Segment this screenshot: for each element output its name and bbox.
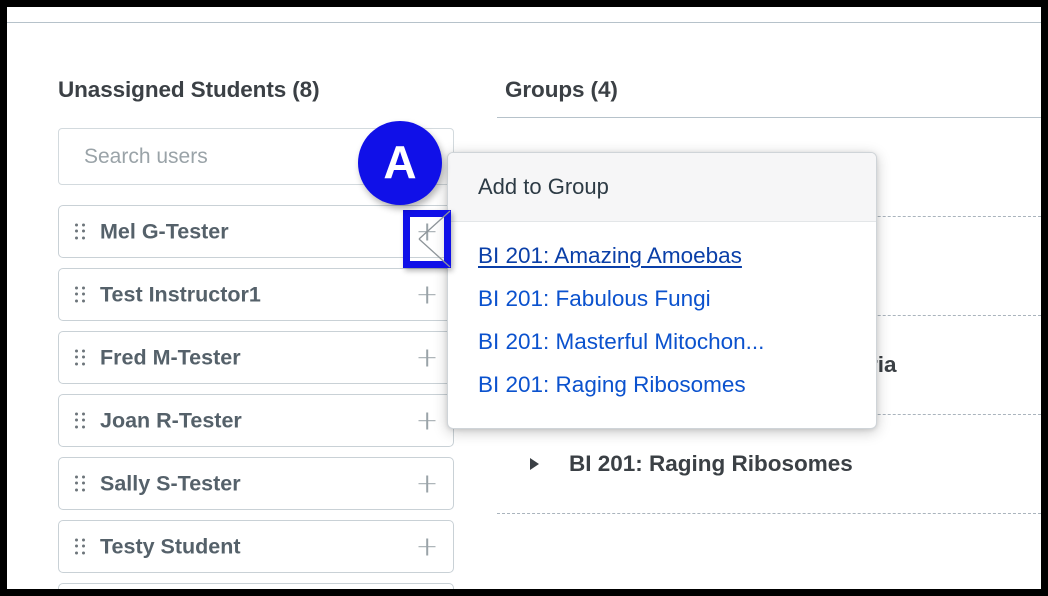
groups-heading: Groups (4) <box>505 77 618 102</box>
annotation-badge-a: A <box>358 121 442 205</box>
student-name: Sally S-Tester <box>100 471 241 495</box>
group-separator <box>497 513 1041 514</box>
drag-handle-icon[interactable] <box>75 412 86 429</box>
add-student-to-group-button[interactable] <box>401 584 453 589</box>
student-row[interactable] <box>58 583 454 589</box>
student-name: Fred M-Tester <box>100 345 241 369</box>
group-row[interactable]: BI 201: Raging Ribosomes <box>497 415 1041 513</box>
add-student-to-group-button[interactable] <box>401 332 453 383</box>
menu-item-amazing-amoebas[interactable]: BI 201: Amazing Amoebas <box>448 234 876 277</box>
drag-handle-icon[interactable] <box>75 538 86 555</box>
add-to-group-menu-items: BI 201: Amazing Amoebas BI 201: Fabulous… <box>448 222 876 406</box>
page-canvas: Unassigned Students (8) Mel G-Tester Tes… <box>7 7 1041 589</box>
group-name: BI 201: Raging Ribosomes <box>569 451 853 476</box>
annotation-highlight-box <box>403 210 451 268</box>
drag-handle-icon[interactable] <box>75 349 86 366</box>
menu-item-masterful-mitochondria[interactable]: BI 201: Masterful Mitochon... <box>448 320 876 363</box>
drag-handle-icon[interactable] <box>75 286 86 303</box>
student-row[interactable]: Test Instructor1 <box>58 268 454 321</box>
add-student-to-group-button[interactable] <box>401 458 453 509</box>
student-row[interactable]: Mel G-Tester <box>58 205 454 258</box>
top-divider <box>7 22 1041 23</box>
unassigned-students-heading: Unassigned Students (8) <box>58 77 320 102</box>
screenshot-frame: Unassigned Students (8) Mel G-Tester Tes… <box>0 0 1048 596</box>
menu-item-fabulous-fungi[interactable]: BI 201: Fabulous Fungi <box>448 277 876 320</box>
student-name: Test Instructor1 <box>100 282 261 306</box>
student-name: Joan R-Tester <box>100 408 242 432</box>
unassigned-students-list: Mel G-Tester Test Instructor1 Fred M-Tes… <box>58 205 454 589</box>
student-row[interactable]: Fred M-Tester <box>58 331 454 384</box>
student-name: Mel G-Tester <box>100 219 229 243</box>
student-row[interactable]: Testy Student <box>58 520 454 573</box>
annotation-badge-a-label: A <box>383 135 417 188</box>
add-to-group-menu-title: Add to Group <box>478 174 609 199</box>
add-to-group-menu[interactable]: Add to Group BI 201: Amazing Amoebas BI … <box>447 152 877 429</box>
add-to-group-menu-header: Add to Group <box>448 153 876 222</box>
drag-handle-icon[interactable] <box>75 223 86 240</box>
add-student-to-group-button[interactable] <box>401 395 453 446</box>
menu-item-raging-ribosomes[interactable]: BI 201: Raging Ribosomes <box>448 363 876 406</box>
drag-handle-icon[interactable] <box>75 475 86 492</box>
student-row[interactable]: Sally S-Tester <box>58 457 454 510</box>
add-student-to-group-button[interactable] <box>401 269 453 320</box>
student-name: Testy Student <box>100 534 241 558</box>
add-student-to-group-button[interactable] <box>401 521 453 572</box>
expand-caret-icon[interactable] <box>530 458 539 470</box>
student-row[interactable]: Joan R-Tester <box>58 394 454 447</box>
